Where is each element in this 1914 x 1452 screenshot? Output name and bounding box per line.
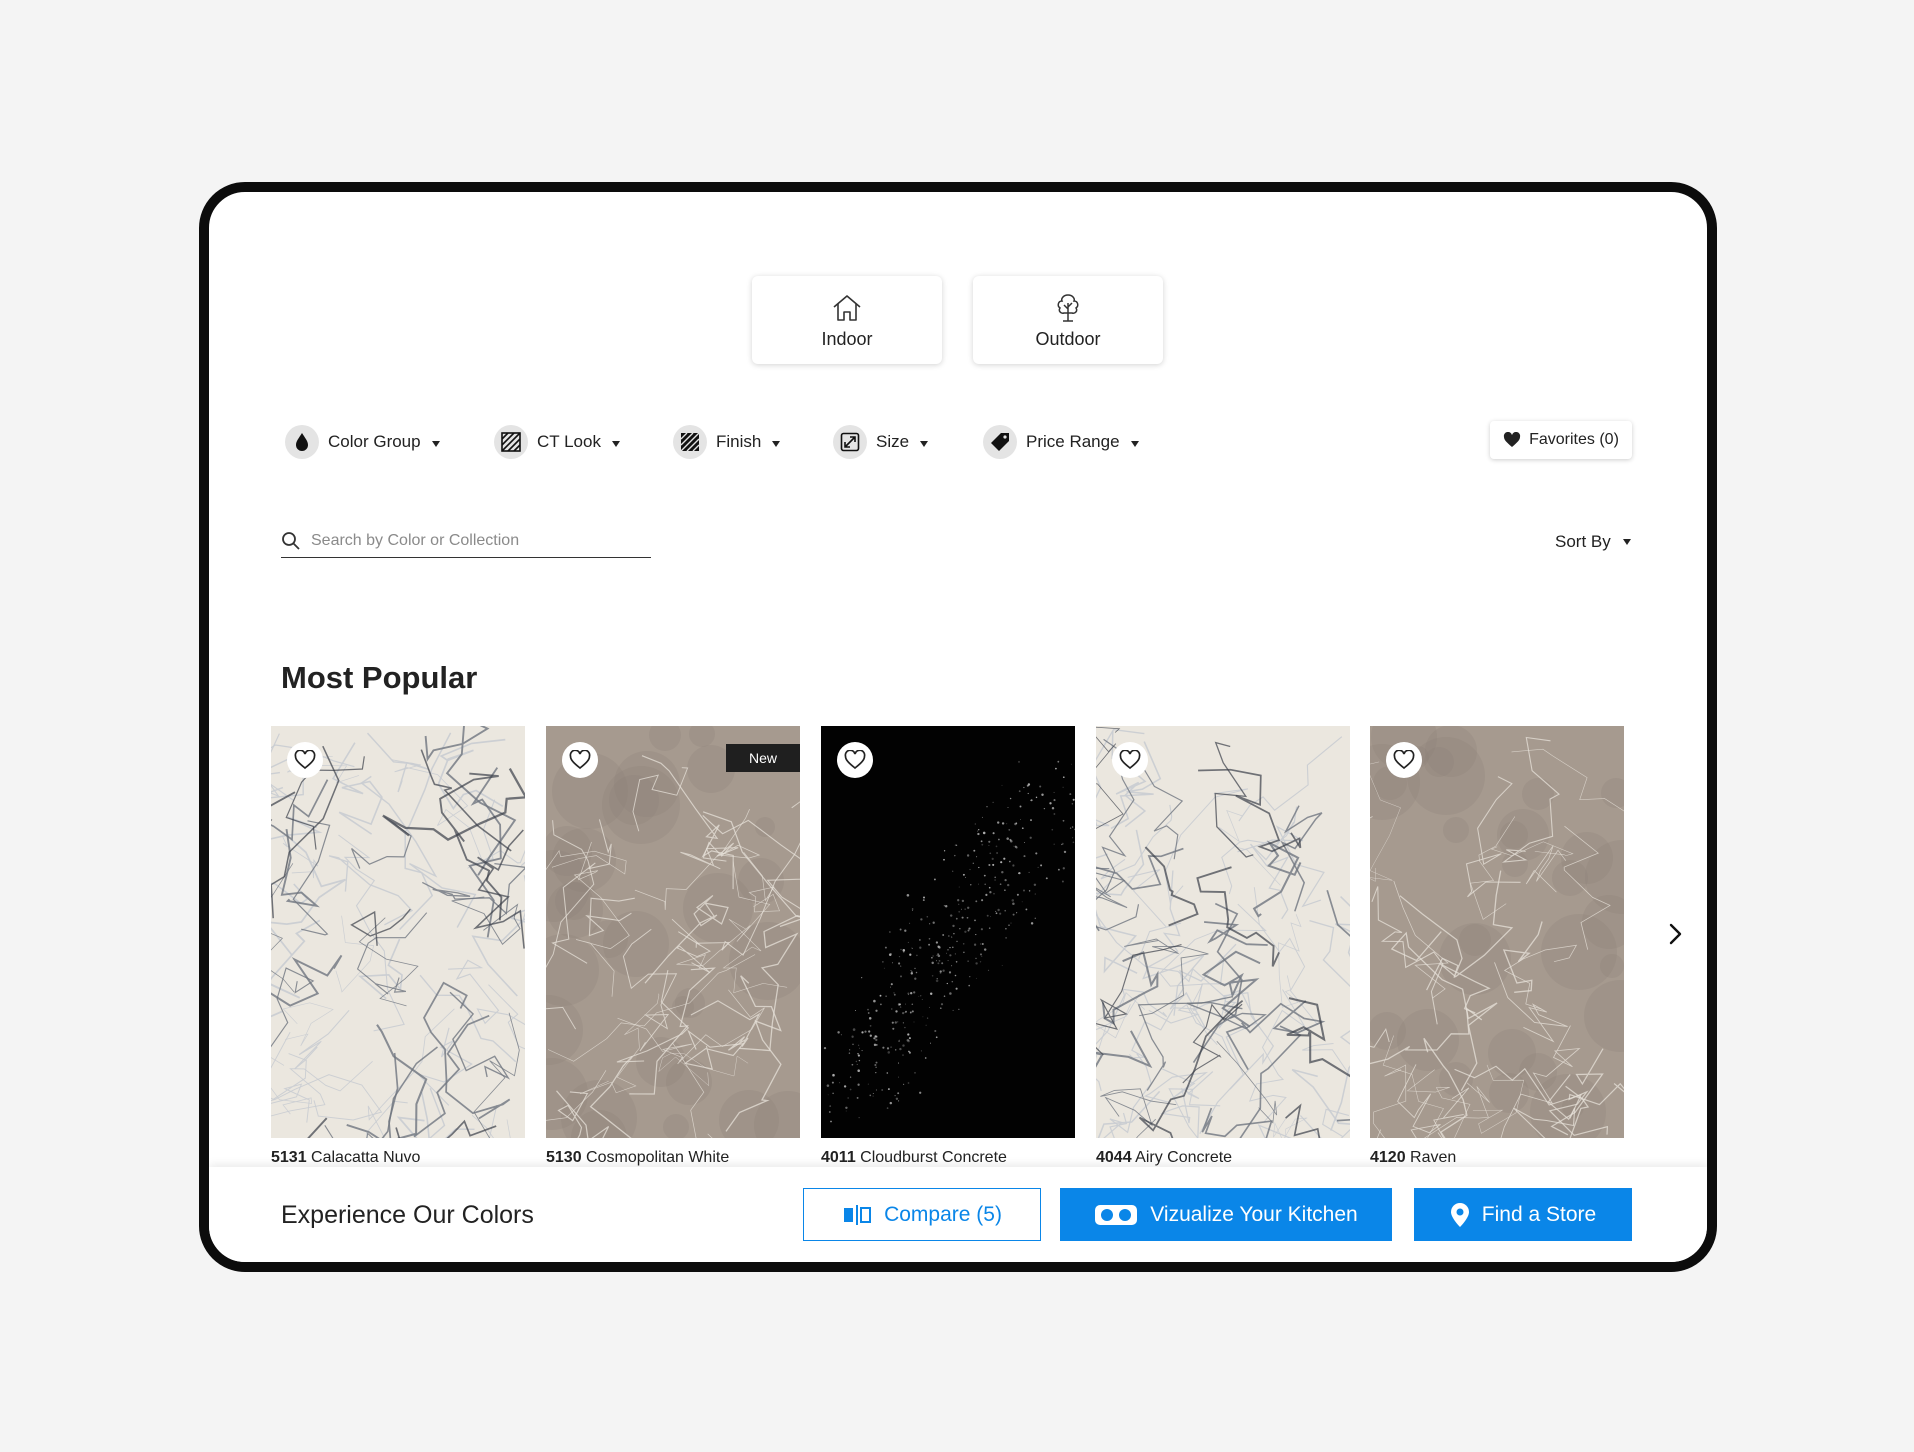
caret-down-icon	[611, 440, 620, 447]
product-code: 4011	[821, 1149, 856, 1166]
favorites-button[interactable]: Favorites (0)	[1490, 421, 1632, 459]
filter-price-range[interactable]: Price Range	[983, 424, 1139, 460]
filter-color-group[interactable]: Color Group	[285, 424, 440, 460]
product-swatch[interactable]	[271, 726, 525, 1138]
filter-color-group-label: Color Group	[328, 432, 421, 451]
resize-icon	[833, 425, 867, 459]
caret-down-icon	[920, 440, 929, 447]
caret-down-icon	[1130, 440, 1139, 447]
tab-indoor-label: Indoor	[821, 328, 873, 349]
product-name: Cosmopolitan White	[586, 1149, 730, 1166]
heart-outline-icon	[844, 750, 866, 770]
heart-outline-icon	[1119, 750, 1141, 770]
filter-size[interactable]: Size	[833, 424, 929, 460]
tab-outdoor[interactable]: Outdoor	[973, 276, 1163, 364]
product-name: Raven	[1410, 1149, 1457, 1166]
filter-ct-look-label: CT Look	[537, 432, 601, 451]
product-caption[interactable]: 4011 Cloudburst Concrete	[821, 1149, 1075, 1167]
favorite-toggle[interactable]	[1112, 742, 1148, 778]
swatch-texture	[1370, 726, 1624, 1138]
sort-by-label: Sort By	[1555, 532, 1611, 551]
product-code: 5130	[546, 1149, 582, 1166]
hatch-icon	[494, 425, 528, 459]
filter-ct-look[interactable]: CT Look	[494, 424, 620, 460]
favorite-toggle[interactable]	[562, 742, 598, 778]
tree-icon	[1057, 293, 1079, 322]
heart-icon	[1504, 432, 1521, 447]
search-icon	[282, 531, 300, 550]
caret-down-icon	[772, 440, 781, 447]
search-box	[281, 524, 651, 558]
tab-indoor[interactable]: Indoor	[752, 276, 942, 364]
product-caption[interactable]: 5131 Calacatta Nuvo	[271, 1149, 525, 1167]
app-screen: Indoor Outdoor Color Group CT Look Finis…	[209, 192, 1707, 1262]
product-swatch[interactable]	[1370, 726, 1624, 1138]
sort-by-dropdown[interactable]: Sort By	[1555, 530, 1631, 554]
caret-down-icon	[431, 440, 440, 447]
house-icon	[833, 294, 861, 321]
filter-finish[interactable]: Finish	[673, 424, 781, 460]
visualize-label: Vizualize Your Kitchen	[1150, 1202, 1358, 1226]
swatch-texture	[821, 726, 1075, 1138]
compare-icon	[844, 1204, 872, 1225]
location-pin-icon	[1450, 1202, 1469, 1227]
product-card[interactable]: 4011 Cloudburst Concrete	[821, 726, 1075, 1167]
bottom-action-bar: Experience Our Colors Compare (5) Vizual…	[209, 1167, 1707, 1262]
search-input[interactable]	[309, 530, 643, 551]
filter-finish-label: Finish	[716, 432, 762, 451]
tab-outdoor-label: Outdoor	[1035, 328, 1101, 349]
section-title: Most Popular	[281, 660, 478, 695]
visualize-kitchen-button[interactable]: Vizualize Your Kitchen	[1060, 1188, 1392, 1241]
favorite-toggle[interactable]	[837, 742, 873, 778]
product-code: 4044	[1096, 1149, 1132, 1166]
new-badge: New	[726, 744, 800, 772]
swatch-texture	[1096, 726, 1350, 1138]
product-card[interactable]: 4044 Airy Concrete	[1096, 726, 1350, 1167]
heart-outline-icon	[294, 750, 316, 770]
swatch-texture	[271, 726, 525, 1138]
filter-price-range-label: Price Range	[1026, 432, 1120, 451]
product-caption[interactable]: 4120 Raven	[1370, 1149, 1624, 1167]
swatch-texture	[546, 726, 800, 1138]
caret-down-icon	[1622, 539, 1631, 545]
bottom-bar-title: Experience Our Colors	[281, 1201, 534, 1229]
heart-outline-icon	[569, 750, 591, 770]
water-drop-icon	[285, 425, 319, 459]
product-name: Cloudburst Concrete	[860, 1149, 1007, 1166]
product-swatch[interactable]	[821, 726, 1075, 1138]
product-swatch[interactable]	[1096, 726, 1350, 1138]
device-frame: Indoor Outdoor Color Group CT Look Finis…	[199, 182, 1717, 1272]
find-store-button[interactable]: Find a Store	[1414, 1188, 1632, 1241]
hatch-icon	[673, 425, 707, 459]
product-code: 4120	[1370, 1149, 1406, 1166]
favorite-toggle[interactable]	[287, 742, 323, 778]
find-store-label: Find a Store	[1481, 1202, 1597, 1226]
product-card[interactable]: 4120 Raven	[1370, 726, 1624, 1167]
vr-goggles-icon	[1095, 1204, 1138, 1225]
favorite-toggle[interactable]	[1386, 742, 1422, 778]
product-card[interactable]: New 5130 Cosmopolitan White	[546, 726, 800, 1167]
product-caption[interactable]: 4044 Airy Concrete	[1096, 1149, 1350, 1167]
filter-size-label: Size	[876, 432, 910, 451]
product-name: Airy Concrete	[1135, 1149, 1233, 1166]
product-card[interactable]: 5131 Calacatta Nuvo	[271, 726, 525, 1167]
compare-button[interactable]: Compare (5)	[803, 1188, 1041, 1241]
compare-label: Compare (5)	[884, 1202, 1002, 1226]
chevron-right-icon[interactable]	[1661, 920, 1689, 948]
price-tag-icon	[983, 425, 1017, 459]
product-swatch[interactable]: New	[546, 726, 800, 1138]
product-name: Calacatta Nuvo	[311, 1149, 421, 1166]
heart-outline-icon	[1393, 750, 1415, 770]
favorites-label: Favorites (0)	[1529, 431, 1619, 448]
product-code: 5131	[271, 1149, 307, 1166]
product-caption[interactable]: 5130 Cosmopolitan White	[546, 1149, 800, 1167]
